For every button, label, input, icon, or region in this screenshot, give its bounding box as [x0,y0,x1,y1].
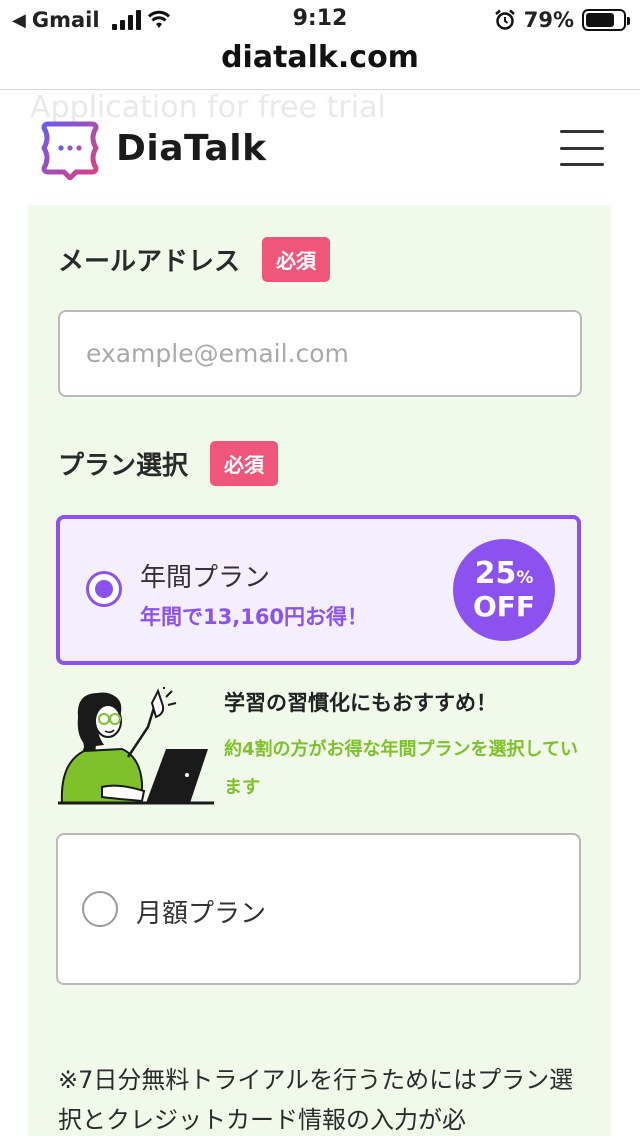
logo-wordmark: DiaTalk [116,127,267,169]
plan-label: プラン選択 [58,451,189,481]
required-badge: 必須 [210,441,279,486]
hamburger-menu-icon[interactable] [560,130,604,166]
monthly-plan-radio[interactable] [82,891,118,927]
discount-percent: 25 [474,556,517,591]
email-field[interactable] [58,310,582,397]
battery-fill [586,13,615,27]
discount-unit: % [516,568,534,588]
discount-off: OFF [472,590,536,623]
trial-form: メールアドレス 必須 プラン選択 必須 年間プラン 年間で13,160円お得！ … [28,205,611,1136]
annual-plan-promo: 学習の習慣化にもおすすめ！ 約4割の方がお得な年間プランを選択しています [58,683,588,811]
site-logo[interactable]: DiaTalk [38,116,267,180]
promo-title: 学習の習慣化にもおすすめ！ [224,691,497,715]
discount-badge: 25% OFF [453,539,555,641]
annual-plan-option[interactable]: 年間プラン 年間で13,160円お得！ 25% OFF [56,515,581,665]
email-label: メールアドレス [58,247,241,277]
promo-text: 約4割の方がお得な年間プランを選択しています [224,739,578,798]
battery-percent: 79% [523,8,574,32]
trial-note: ※7日分無料トライアルを行うためにはプラン選択とクレジットカード情報の入力が必 [58,1066,574,1134]
monthly-plan-name: 月額プラン [136,899,267,929]
url-text: diatalk.com [221,40,419,75]
alarm-icon [494,9,515,30]
battery-icon [582,9,630,31]
address-bar[interactable]: diatalk.com [0,36,640,90]
email-label-row: メールアドレス 必須 [58,237,331,282]
plan-label-row: プラン選択 必須 [58,441,279,486]
monthly-plan-option[interactable]: 月額プラン [56,833,581,985]
annual-plan-radio[interactable] [86,571,122,607]
annual-plan-savings: 年間で13,160円お得！ [140,605,369,629]
site-header: DiaTalk [0,100,640,200]
woman-with-laptop-illustration [58,687,214,805]
annual-plan-name: 年間プラン [140,563,271,593]
chat-bubble-logo-icon [41,121,99,180]
required-badge: 必須 [262,237,331,282]
